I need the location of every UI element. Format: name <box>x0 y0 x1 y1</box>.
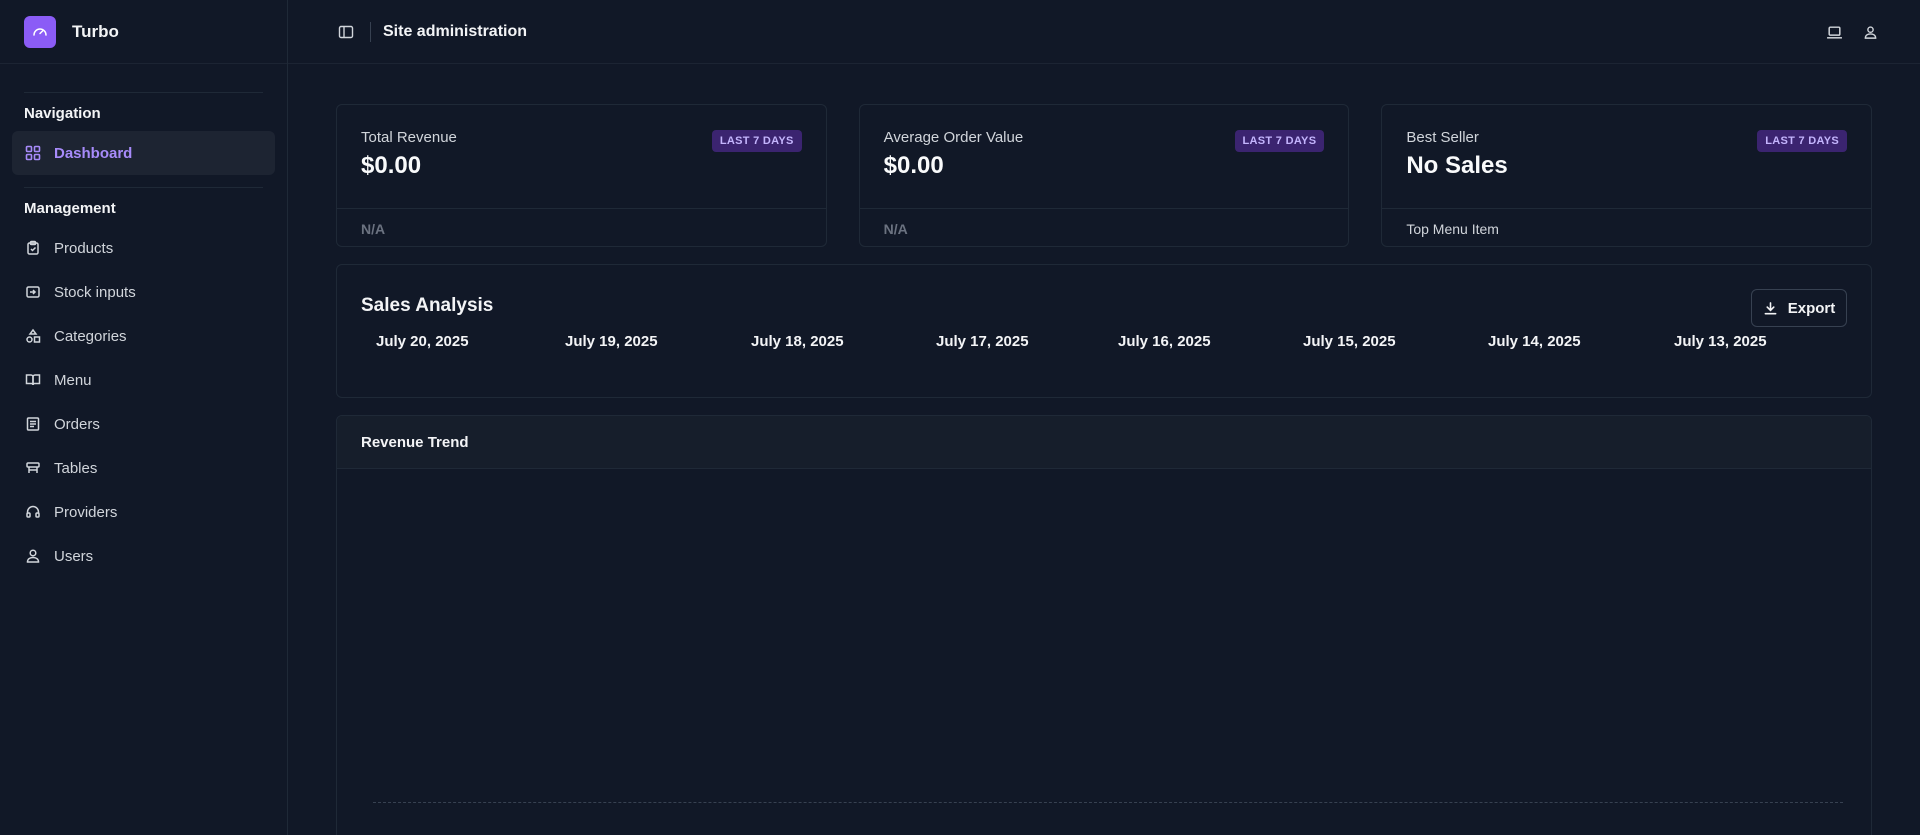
revenue-trend-title: Revenue Trend <box>337 416 1871 469</box>
receipt-icon <box>24 415 42 433</box>
date-item: July 16, 2025 <box>1118 333 1211 350</box>
table-icon <box>24 459 42 477</box>
date-item: July 18, 2025 <box>751 333 844 350</box>
sidebar-item-label: Users <box>54 547 94 565</box>
sidebar-item-orders[interactable]: Orders <box>12 402 275 446</box>
date-item: July 20, 2025 <box>376 333 469 350</box>
speedometer-icon <box>24 15 56 48</box>
sidebar-toggle-icon[interactable] <box>336 22 356 42</box>
period-badge: LAST 7 DAYS <box>1757 130 1848 152</box>
page-title: Site administration <box>383 23 528 40</box>
stat-footer: Top Menu Item <box>1406 221 1499 237</box>
clipboard-icon <box>24 239 42 257</box>
date-item: July 14, 2025 <box>1488 333 1581 350</box>
sidebar-item-dashboard[interactable]: Dashboard <box>12 131 275 175</box>
sidebar-item-label: Dashboard <box>54 144 133 162</box>
stat-value: No Sales <box>1406 152 1508 179</box>
laptop-icon[interactable] <box>1824 22 1844 42</box>
divider <box>370 22 371 42</box>
sidebar-item-label: Orders <box>54 415 100 433</box>
stat-value: $0.00 <box>361 152 422 179</box>
book-icon <box>24 371 42 389</box>
main-content: Site administration Total Revenue $0.00 … <box>288 0 1920 835</box>
sidebar-item-label: Products <box>54 239 114 257</box>
sidebar-item-providers[interactable]: Providers <box>12 490 275 534</box>
section-title-management: Management <box>24 199 116 217</box>
revenue-trend-card: Revenue Trend <box>336 415 1872 835</box>
download-icon <box>1764 301 1777 314</box>
stat-card-total-revenue: Total Revenue $0.00 LAST 7 DAYS N/A <box>336 104 827 247</box>
topbar: Site administration <box>288 0 1920 64</box>
export-label: Export <box>1787 299 1836 317</box>
sales-analysis-card: Sales Analysis Export July 20, 2025 July… <box>336 264 1872 398</box>
grid-icon <box>24 144 42 162</box>
sidebar-item-users[interactable]: Users <box>12 534 275 578</box>
sales-analysis-title: Sales Analysis <box>361 295 494 316</box>
sidebar-item-label: Menu <box>54 371 92 389</box>
user-menu-icon[interactable] <box>1860 22 1880 42</box>
sidebar-item-categories[interactable]: Categories <box>12 314 275 358</box>
section-title-navigation: Navigation <box>24 104 101 122</box>
sidebar-item-tables[interactable]: Tables <box>12 446 275 490</box>
export-button[interactable]: Export <box>1751 289 1847 327</box>
user-icon <box>24 547 42 565</box>
sign-in-icon <box>24 283 42 301</box>
chart-baseline <box>373 802 1843 803</box>
date-item: July 15, 2025 <box>1303 333 1396 350</box>
stat-footer: N/A <box>883 221 908 237</box>
date-list: July 20, 2025 July 19, 2025 July 18, 202… <box>361 333 1847 350</box>
date-item: July 13, 2025 <box>1674 333 1767 350</box>
stat-card-best-seller: Best Seller No Sales LAST 7 DAYS Top Men… <box>1381 104 1873 247</box>
period-badge: LAST 7 DAYS <box>711 130 802 152</box>
sidebar-item-products[interactable]: Products <box>12 226 275 270</box>
date-item: July 19, 2025 <box>565 333 658 350</box>
sidebar: Turbo Navigation Dashboard Management Pr… <box>0 0 288 835</box>
app-name: Turbo <box>72 21 119 41</box>
sidebar-item-stock-inputs[interactable]: Stock inputs <box>12 270 275 314</box>
sidebar-item-menu[interactable]: Menu <box>12 358 275 402</box>
sidebar-item-label: Providers <box>54 503 118 521</box>
stat-footer: N/A <box>361 221 386 237</box>
date-item: July 17, 2025 <box>936 333 1029 350</box>
headset-icon <box>24 503 42 521</box>
stat-value: $0.00 <box>883 152 944 179</box>
shapes-icon <box>24 327 42 345</box>
brand[interactable]: Turbo <box>0 0 287 64</box>
stat-card-average-order-value: Average Order Value $0.00 LAST 7 DAYS N/… <box>858 104 1350 247</box>
sidebar-item-label: Categories <box>54 327 127 345</box>
sidebar-item-label: Stock inputs <box>54 283 136 301</box>
sidebar-item-label: Tables <box>54 459 98 477</box>
period-badge: LAST 7 DAYS <box>1234 130 1325 152</box>
